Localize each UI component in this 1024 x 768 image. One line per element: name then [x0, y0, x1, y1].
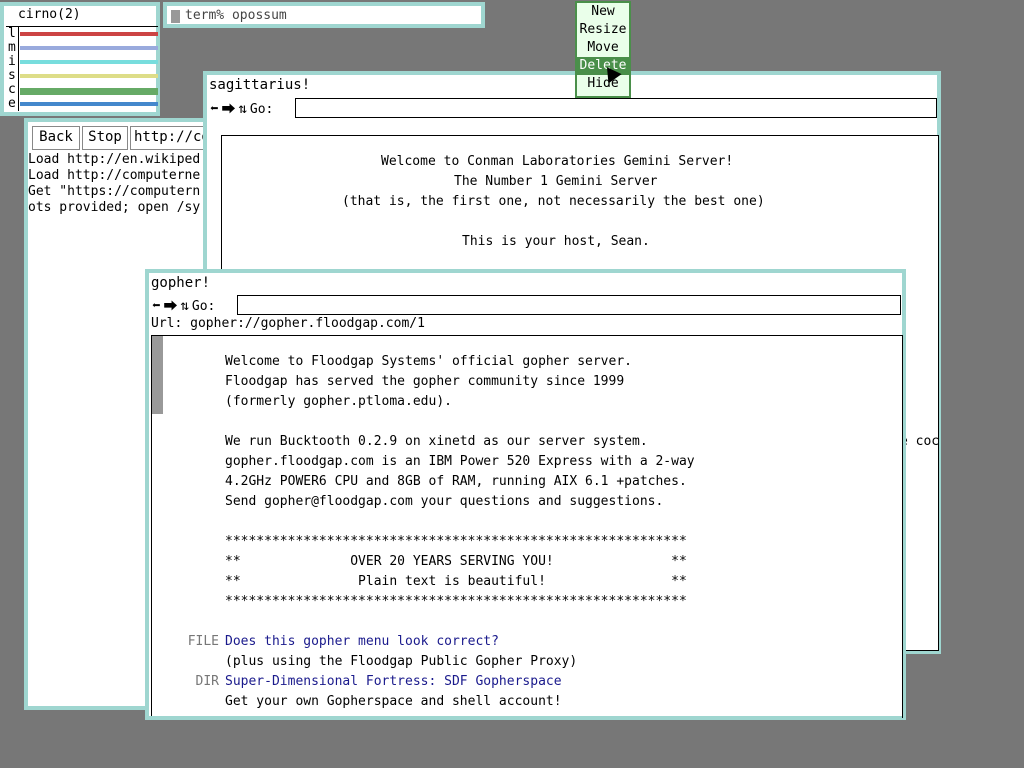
gopher-link[interactable]: Does this gopher menu look correct?	[225, 632, 499, 652]
sagittarius-title: sagittarius!	[209, 77, 311, 93]
gemini-line: The Number 1 Gemini Server	[454, 174, 658, 189]
reload-icon[interactable]: ⇅	[180, 298, 188, 314]
wm-menu-item-resize[interactable]: Resize	[577, 21, 629, 39]
term-window[interactable]: term% opossum	[163, 2, 485, 28]
term-title: term% opossum	[185, 8, 287, 23]
back-arrow-icon[interactable]: ⬅	[152, 298, 160, 314]
back-button[interactable]: Back	[32, 126, 80, 150]
stat-label: e	[8, 97, 19, 111]
stat-label: s	[8, 69, 19, 83]
stat-graph-row	[20, 88, 158, 95]
go-label: Go:	[249, 101, 274, 117]
gopher-url-label: Url: gopher://gopher.floodgap.com/1	[151, 316, 425, 331]
gopher-text-line: We run Bucktooth 0.2.9 on xinetd as our …	[225, 434, 648, 449]
wm-menu[interactable]: New Resize Move Delete Hide	[575, 1, 631, 98]
stat-label: i	[8, 55, 19, 69]
stat-graph-row	[20, 102, 158, 106]
gopher-text-line: ** OVER 20 YEARS SERVING YOU! **	[225, 554, 687, 569]
gemini-line: Welcome to Conman Laboratories Gemini Se…	[381, 154, 734, 169]
wm-menu-item-new[interactable]: New	[577, 3, 629, 21]
gopher-go-input[interactable]	[237, 295, 901, 315]
gopher-window[interactable]: gopher! ⬅ ⮕ ⇅ Go: Url: gopher://gopher.f…	[145, 269, 906, 720]
gopher-text-line: gopher.floodgap.com is an IBM Power 520 …	[225, 454, 695, 469]
gopher-text-line: ****************************************…	[225, 534, 687, 549]
gopher-link[interactable]: Super-Dimensional Fortress: SDF Gophersp…	[225, 672, 562, 692]
gopher-entry-text: (plus using the Floodgap Public Gopher P…	[225, 654, 578, 669]
gopher-content[interactable]: Welcome to Floodgap Systems' official go…	[163, 335, 903, 718]
scrollbar-thumb[interactable]	[152, 336, 163, 414]
cirno-stats-window[interactable]: cirno(2) lmisce	[0, 2, 160, 116]
gopher-text-line: Welcome to Floodgap Systems' official go…	[225, 354, 632, 369]
cursor-block-icon	[171, 10, 180, 23]
forward-arrow-icon[interactable]: ⮕	[163, 296, 177, 316]
gopher-text-line: (formerly gopher.ptloma.edu).	[225, 394, 452, 409]
gopher-text-line: Floodgap has served the gopher community…	[225, 374, 625, 389]
stat-graph-row	[20, 74, 158, 78]
stat-label: l	[8, 27, 19, 41]
wm-menu-item-hide[interactable]: Hide	[577, 75, 629, 93]
gopher-text-line: 4.2GHz POWER6 CPU and 8GB of RAM, runnin…	[225, 474, 687, 489]
log-line: Load http://computerne	[28, 168, 201, 183]
stop-button[interactable]: Stop	[82, 126, 128, 150]
gopher-title: gopher!	[151, 275, 211, 291]
back-arrow-icon[interactable]: ⬅	[210, 101, 218, 117]
gopher-entry-type: FILE	[187, 634, 219, 649]
stat-label: c	[8, 83, 19, 97]
log-line: ots provided; open /sy	[28, 200, 201, 215]
gopher-text-line: ****************************************…	[225, 594, 687, 609]
forward-arrow-icon[interactable]: ⮕	[221, 99, 235, 119]
log-line: Load http://en.wikiped	[28, 152, 201, 167]
reload-icon[interactable]: ⇅	[238, 101, 246, 117]
cirno-title: cirno(2)	[18, 7, 81, 22]
gopher-text-line: Send gopher@floodgap.com your questions …	[225, 494, 664, 509]
stats-graph: lmisce	[6, 26, 158, 115]
stat-label: m	[8, 41, 19, 55]
gopher-entry-text: Get your own Gopherspace and shell accou…	[225, 694, 562, 709]
gemini-line: This is your host, Sean.	[462, 234, 650, 249]
stat-graph-row	[20, 60, 158, 64]
go-label: Go:	[191, 298, 216, 314]
gopher-text-line: ** Plain text is beautiful! **	[225, 574, 687, 589]
stat-graph-row	[20, 46, 158, 50]
gopher-entry-type: DIR	[195, 674, 219, 689]
sagittarius-go-input[interactable]	[295, 98, 937, 118]
log-line: Get "https://computern	[28, 184, 201, 199]
gemini-line: (that is, the first one, not necessarily…	[342, 194, 765, 209]
stat-graph-row	[20, 32, 158, 36]
wm-menu-item-move[interactable]: Move	[577, 39, 629, 57]
